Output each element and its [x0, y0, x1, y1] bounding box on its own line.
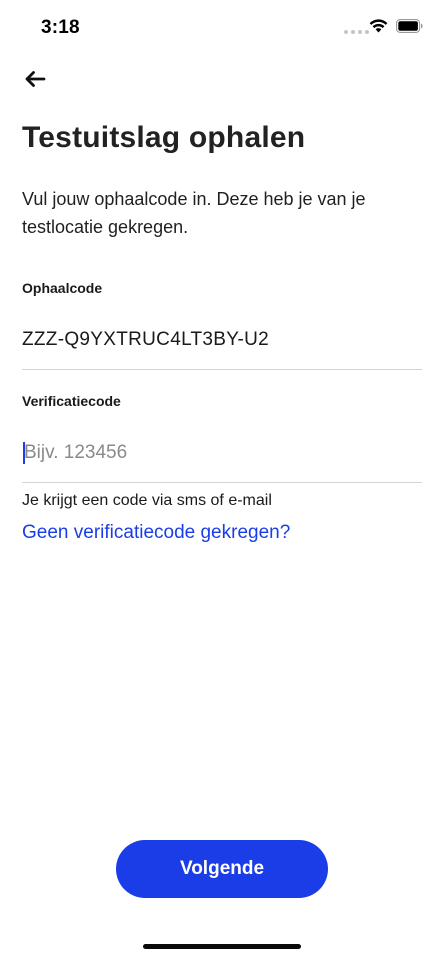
verificatiecode-hint: Je krijgt een code via sms of e-mail [22, 492, 272, 509]
ophaalcode-divider [22, 369, 422, 370]
arrow-left-icon [25, 71, 46, 87]
status-bar: 3:18 [0, 0, 444, 56]
next-button[interactable]: Volgende [116, 840, 328, 898]
verificatiecode-label: Verificatiecode [22, 393, 121, 409]
back-button[interactable] [21, 66, 49, 92]
text-cursor [23, 442, 25, 464]
battery-icon [396, 19, 423, 33]
home-indicator [143, 944, 301, 949]
verificatiecode-input[interactable] [22, 436, 420, 470]
ophaalcode-field[interactable]: ZZZ-Q9YXTRUC4LT3BY-U2 [22, 329, 269, 351]
page-title: Testuitslag ophalen [22, 121, 306, 154]
cellular-signal-icon [344, 30, 369, 34]
status-time: 3:18 [41, 17, 80, 38]
verificatiecode-divider [22, 482, 422, 483]
ophaalcode-label: Ophaalcode [22, 280, 103, 296]
intro-text: Vul jouw ophaalcode in. Deze heb je van … [22, 189, 366, 237]
no-code-received-link[interactable]: Geen verificatiecode gekregen? [22, 522, 290, 544]
wifi-icon [369, 19, 388, 33]
